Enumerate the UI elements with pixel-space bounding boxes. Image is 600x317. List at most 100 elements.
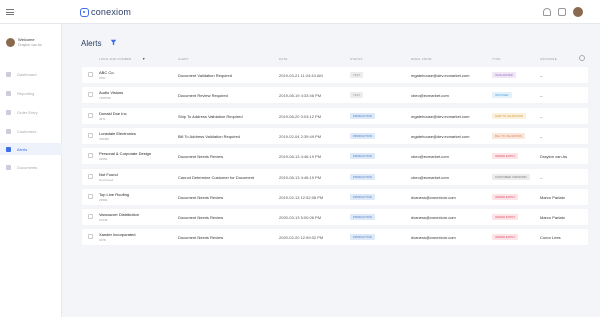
sort-chevron-down-icon[interactable]: ▼ <box>142 57 145 61</box>
table-row[interactable]: Not Found Not Found Cannot Determine Custo… <box>82 168 588 185</box>
customer-name: Top Line Roofing <box>99 191 130 197</box>
documents-icon <box>6 164 11 170</box>
table-row[interactable]: Audio Visions 7165796 Document Review Requ… <box>82 87 588 104</box>
user-avatar[interactable] <box>573 7 583 17</box>
status-badge: PRODUCTION <box>350 193 375 200</box>
type-badge: INVALIDATED <box>492 72 516 78</box>
row-checkbox[interactable] <box>88 153 93 159</box>
table-row[interactable]: Top Line Roofing 23500 Document Needs Revi… <box>82 188 588 205</box>
table-row[interactable]: Vancouver Distribution 37446 Document Need… <box>82 209 588 226</box>
email-from: mgatehouse@dev.ecmarket.com <box>411 73 470 78</box>
status-badge: PRODUCTION <box>350 132 375 139</box>
assignee: -- <box>540 133 543 139</box>
alert-text: Document Needs Review <box>178 154 224 160</box>
type-badge: SHIP TO VALIDATION <box>492 112 527 119</box>
type-badge: ORDER ENTRY <box>492 153 519 160</box>
status-badge: PRODUCTION <box>350 153 375 160</box>
row-checkbox[interactable] <box>88 193 93 199</box>
customer-name: Vancouver Distribution <box>99 212 139 218</box>
filter-icon[interactable] <box>110 39 117 46</box>
customer-number: 700450 <box>99 136 110 141</box>
customer-number: 3178 <box>99 238 106 243</box>
email-from: dvaness@conexiom.com <box>411 235 456 241</box>
page-title: Alerts <box>81 39 102 48</box>
type-badge: CUSTOMER UNKNOWN <box>492 173 530 180</box>
alerts-icon <box>6 146 11 152</box>
status-badge: TEST <box>350 92 364 99</box>
sidebar-item-label: Reporting <box>17 90 35 96</box>
email-from: cbeo@ecmarket.com <box>411 174 449 180</box>
type-badge: BILL TO VALIDATION <box>492 132 526 139</box>
column-header[interactable]: STATUS <box>350 57 363 61</box>
assignee: -- <box>540 113 543 119</box>
type-badge: ORDER ENTRY <box>492 193 519 200</box>
customer-name: Donald Doe Inc <box>99 110 127 116</box>
column-header[interactable]: TYPE <box>492 57 501 61</box>
notification-bell-icon[interactable] <box>543 8 551 16</box>
type-badge: INVOICED <box>492 92 512 99</box>
table-row[interactable]: ABC Co. 0707 Document Validation Required 2… <box>82 67 588 83</box>
alert-date: 2019-02-04 2:39:49 PM <box>279 133 322 139</box>
logo-text: conexiom <box>91 7 132 17</box>
column-header[interactable]: ASSIGNEE <box>540 57 557 61</box>
customer-number: 37446 <box>99 218 108 223</box>
row-checkbox[interactable] <box>88 112 93 118</box>
table-row[interactable]: Donald Doe Inc 4671 Ship To Address Valida… <box>82 107 588 124</box>
column-header[interactable]: DATE <box>279 57 288 61</box>
sidebar-item-order-entry[interactable]: Order Entry <box>0 106 62 118</box>
customer-number: 4671 <box>99 116 106 121</box>
row-checkbox[interactable] <box>88 132 93 138</box>
customer-name: Xander Incorporated <box>99 232 136 238</box>
alert-date: 2019-02-13 12:52:08 PM <box>279 194 324 200</box>
row-checkbox[interactable] <box>88 214 93 220</box>
column-header[interactable]: EMAIL FROM <box>411 57 432 61</box>
customer-number: 0707 <box>99 76 106 80</box>
alert-date: 2020-02-20 12:59:02 PM <box>279 235 324 241</box>
avatar <box>6 38 15 47</box>
assignee: -- <box>540 174 543 180</box>
alert-text: Ship To Address Validation Required <box>178 113 243 119</box>
assignee: Drayton van As <box>540 154 568 160</box>
welcome-block: Welcome Drayton van As <box>6 37 42 47</box>
logo-icon <box>80 7 89 17</box>
top-bar: conexiom <box>0 0 600 24</box>
sidebar-item-label: Customers <box>17 128 37 134</box>
dashboard-icon <box>6 71 11 77</box>
assignee: -- <box>540 73 543 78</box>
table-row[interactable]: Xander Incorporated 3178 Document Needs Re… <box>82 229 588 246</box>
sidebar-item-customers[interactable]: Customers <box>0 125 62 137</box>
customer-name: ABC Co. <box>99 70 115 75</box>
sidebar-item-dashboard[interactable]: Dashboard <box>0 68 62 80</box>
type-badge: ORDER ENTRY <box>492 214 519 221</box>
mail-icon[interactable] <box>558 8 566 16</box>
sidebar-item-label: Alerts <box>17 146 28 152</box>
assignee: Marco Parlato <box>540 194 565 200</box>
menu-icon[interactable] <box>6 9 14 17</box>
type-badge: ORDER ENTRY <box>492 234 519 241</box>
assignee: Marco Parlato <box>540 215 565 221</box>
sidebar-item-alerts[interactable]: Alerts <box>0 143 62 155</box>
welcome-name: Drayton van As <box>18 43 42 47</box>
alert-text: Document Review Required <box>178 93 228 99</box>
column-header[interactable]: ALERT <box>178 57 189 61</box>
customer-name: Lonsdale Electronics <box>99 130 136 136</box>
row-checkbox[interactable] <box>88 234 93 240</box>
logo[interactable]: conexiom <box>80 6 131 18</box>
table-row[interactable]: Personal & Corporate Design 23591 Document… <box>82 148 588 165</box>
status-badge: TEST <box>350 72 364 78</box>
alert-text: Document Needs Review <box>178 215 224 221</box>
sidebar-item-reporting[interactable]: Reporting <box>0 87 62 99</box>
gear-icon[interactable] <box>579 55 585 61</box>
customer-number: 23500 <box>99 197 108 202</box>
reporting-icon <box>6 90 11 96</box>
alert-text: Document Needs Review <box>178 194 224 200</box>
table-row[interactable]: Lonsdale Electronics 700450 Bill To Addres… <box>82 127 588 144</box>
order-entry-icon <box>6 109 11 115</box>
alert-text: Bill To Address Validation Required <box>178 133 240 139</box>
row-checkbox[interactable] <box>88 72 93 77</box>
sidebar-item-documents[interactable]: Documents <box>0 161 62 173</box>
customer-number: 23591 <box>99 157 108 162</box>
row-checkbox[interactable] <box>88 173 93 179</box>
row-checkbox[interactable] <box>88 92 93 98</box>
column-header[interactable]: LOGO AND NUMBER <box>99 57 132 61</box>
